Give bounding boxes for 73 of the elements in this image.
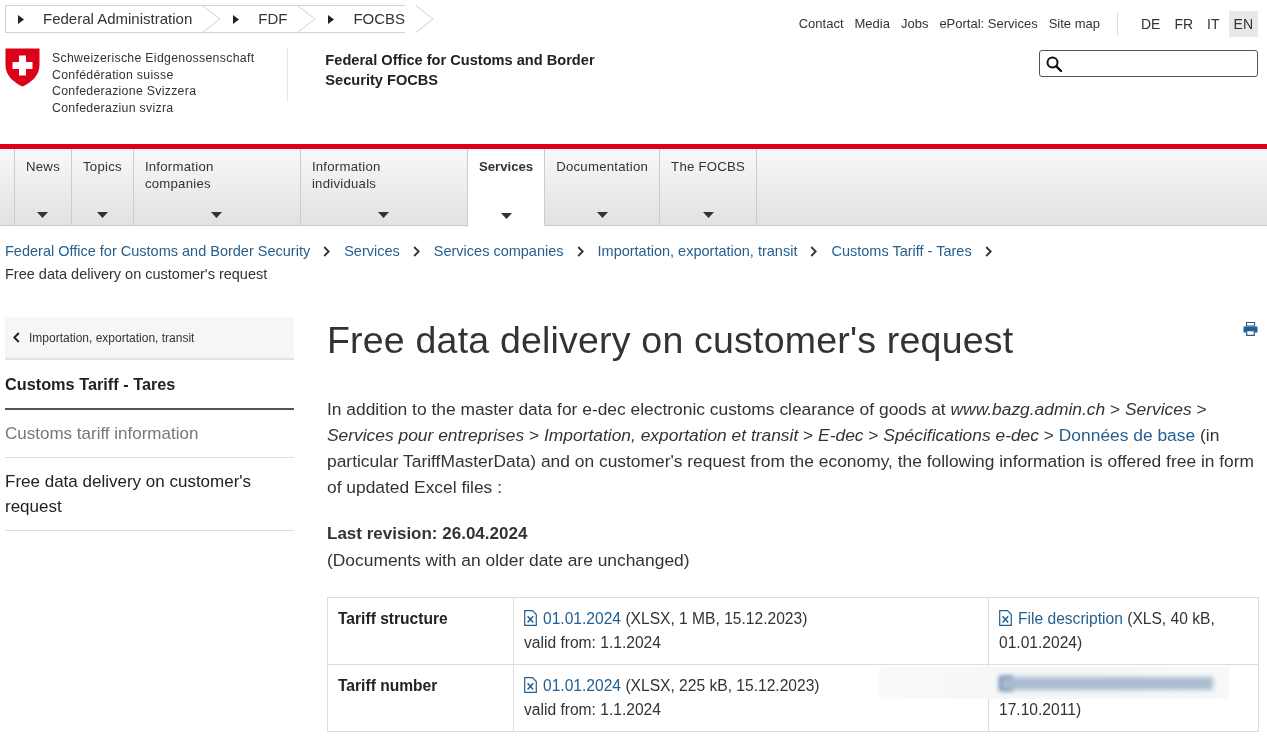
breadcrumb-link[interactable]: Federal Office for Customs and Border Security	[5, 240, 311, 263]
intro-text: In addition to the master data for e-dec electronic customs clearance of goods at www.bazg.admin.ch > Services > Services pour entreprises > Importation, exportation et transit > E-dec > Spécifications e-dec > Données de base (in particular TariffMasterData) and on customer's request from the economy, the following information is offered free in form of updated Excel files :	[327, 398, 1256, 499]
triangle-right-icon	[18, 14, 24, 24]
row-label: Tariff number	[327, 664, 514, 732]
confederation-name: Confederazione Svizzera	[52, 83, 198, 101]
chevron-left-icon	[13, 332, 20, 343]
caret-down-icon	[500, 213, 512, 219]
file-entry: File description (XLS, 40 kB, 01.01.2024)	[999, 609, 1216, 653]
confederation-name: Schweizerische Eidgenossenschaft	[52, 50, 255, 67]
confederation-name: Confédération suisse	[52, 66, 175, 84]
language-link[interactable]: DE	[1135, 11, 1166, 37]
file-entry: 01.01.2024 (XLSX, 1 MB, 15.12.2023)	[524, 607, 978, 631]
service-link[interactable]: Jobs	[900, 11, 929, 37]
caret-down-icon	[378, 212, 390, 218]
valid-date-text: valid from: 1.1.2024	[524, 633, 662, 653]
chevron-divider-icon	[416, 5, 435, 33]
file-info-text: 17.10.2011)	[999, 700, 1083, 720]
site-title: Federal Office for Customs and Border Security FOCBS	[325, 51, 596, 90]
breadcrumb-link[interactable]: FOCBS	[316, 6, 406, 32]
main-nav-item[interactable]: News	[14, 149, 71, 226]
sidebar-link[interactable]: Customs tariff information	[5, 410, 294, 458]
triangle-right-icon	[233, 14, 240, 24]
confederation-name: Confederaziun svizra	[52, 100, 175, 117]
service-link[interactable]: Contact	[798, 11, 844, 37]
service-link[interactable]: Site map	[1048, 11, 1100, 37]
triangle-right-icon	[328, 14, 335, 24]
file-link[interactable]: 01.01.2024	[543, 610, 622, 627]
print-icon[interactable]	[1243, 322, 1258, 336]
main-nav-item[interactable]: Documentation	[544, 149, 660, 226]
caret-down-icon	[596, 212, 608, 218]
chevron-right-icon	[810, 246, 818, 257]
revision-note: (Documents with an older date are unchanged)	[327, 549, 691, 572]
sidebar-link[interactable]: Free data delivery on customer's request	[5, 458, 294, 531]
file-icon	[999, 610, 1012, 626]
breadcrumb-link[interactable]: Services companies	[433, 240, 564, 263]
main-nav-item[interactable]: Topics	[71, 149, 133, 226]
language-link[interactable]: EN	[1228, 11, 1258, 37]
main-nav-item[interactable]: Information companies	[132, 149, 300, 226]
language-link[interactable]: FR	[1169, 11, 1199, 37]
sidebar-heading: Customs Tariff - Tares	[5, 360, 294, 410]
valid-date-text: valid from: 1.1.2024	[524, 700, 662, 720]
back-link[interactable]: Importation, exportation, transit	[5, 317, 294, 360]
caret-down-icon	[702, 212, 714, 218]
service-link[interactable]: Media	[854, 11, 890, 37]
search-icon	[1046, 55, 1062, 72]
file-link[interactable]: 01.01.2024	[543, 677, 622, 694]
caret-down-icon	[211, 212, 223, 218]
breadcrumb-link[interactable]: Services	[344, 240, 400, 263]
caret-down-icon	[37, 212, 49, 218]
breadcrumb-link[interactable]: Federal Administration	[6, 6, 193, 32]
breadcrumb-link[interactable]: FDF	[221, 6, 288, 32]
chevron-right-icon	[984, 246, 992, 257]
chevron-right-icon	[412, 246, 420, 257]
data-link[interactable]: Données de base	[1058, 425, 1196, 445]
main-nav-item[interactable]: Services	[466, 149, 545, 227]
file-link[interactable]: File description	[1018, 610, 1123, 627]
breadcrumb-link[interactable]: Importation, exportation, transit	[597, 240, 798, 263]
breadcrumb-link[interactable]: Customs Tariff - Tares	[831, 240, 972, 263]
chevron-right-icon	[576, 246, 584, 257]
main-nav-item[interactable]: The FOCBS	[659, 149, 758, 226]
file-icon	[524, 677, 537, 693]
search-field[interactable]	[1039, 50, 1258, 77]
row-label: Tariff structure	[327, 597, 514, 665]
file-icon	[524, 610, 537, 626]
page-title: Free data delivery on customer's request	[327, 318, 1014, 363]
service-link[interactable]: ePortal: Services	[939, 11, 1038, 37]
revision-date: Last revision: 26.04.2024	[327, 523, 529, 545]
chevron-right-icon	[323, 246, 331, 257]
shield-cross-icon	[5, 48, 40, 87]
breadcrumb-current: Free data delivery on customer's request	[5, 265, 269, 284]
main-nav-item[interactable]: Information individuals	[299, 149, 467, 226]
caret-down-icon	[96, 212, 108, 218]
language-link[interactable]: IT	[1202, 11, 1225, 37]
